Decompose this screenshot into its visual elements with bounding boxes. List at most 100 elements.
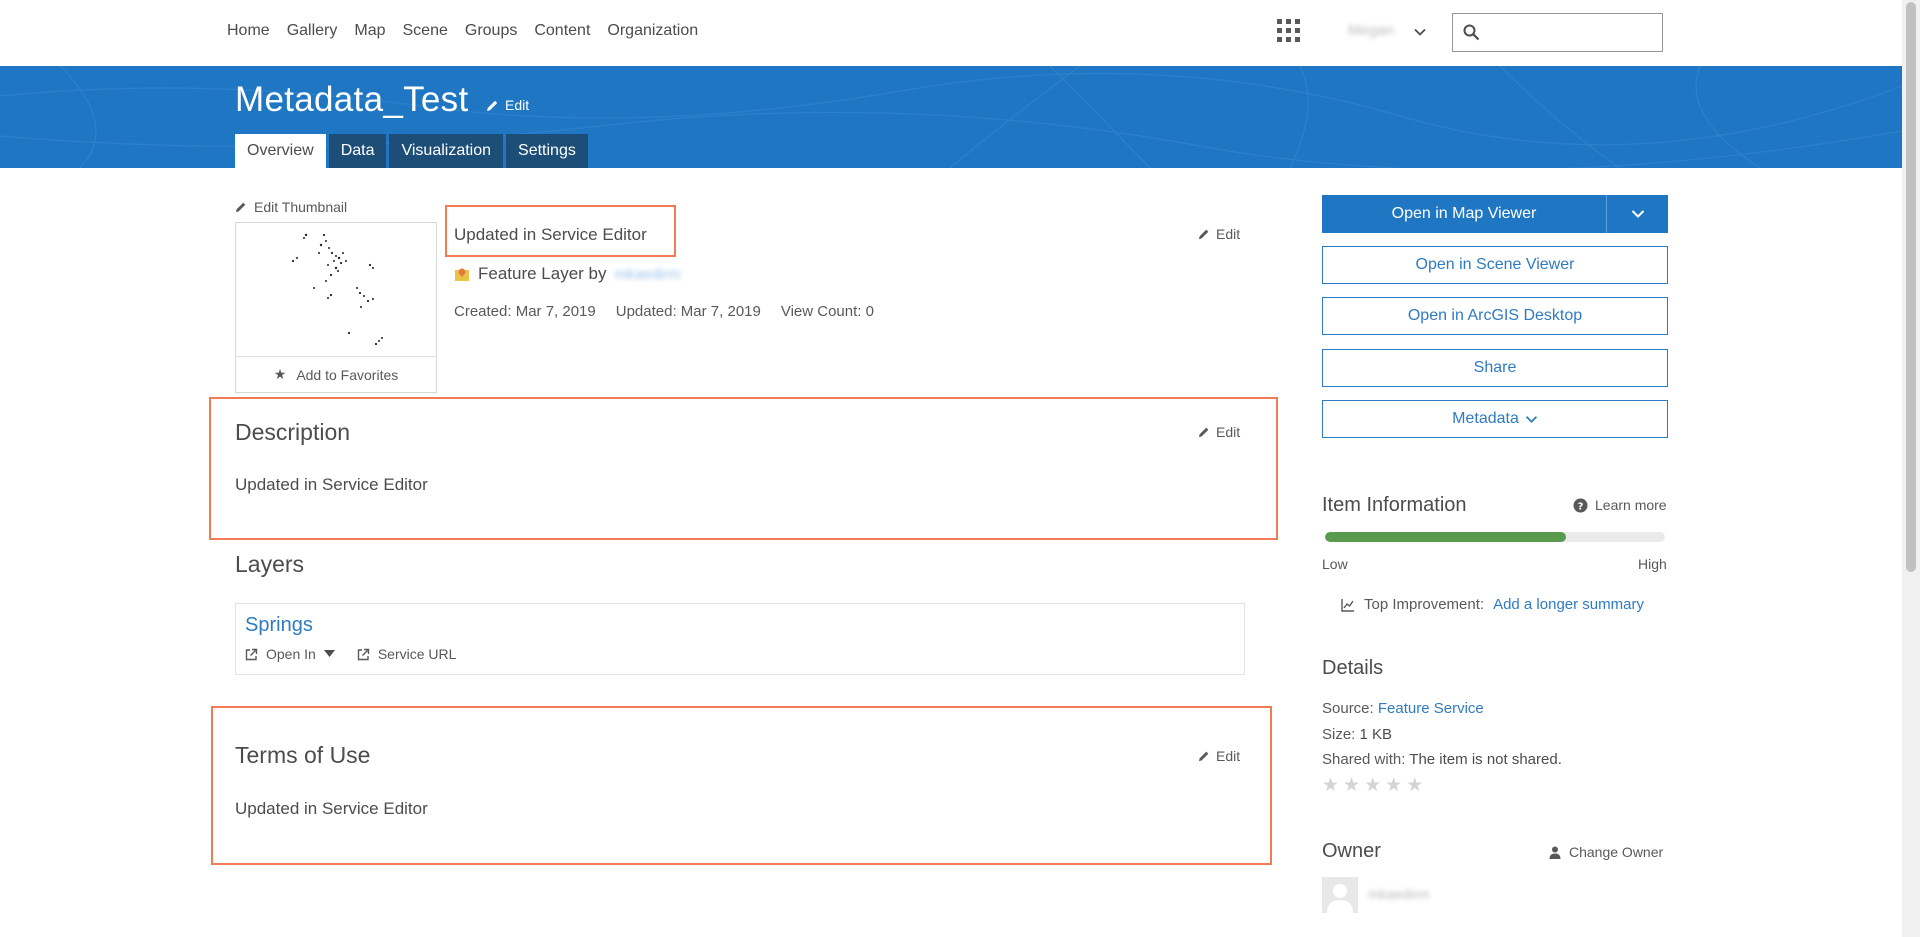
- add-to-favorites-label: Add to Favorites: [296, 366, 399, 383]
- add-to-favorites-button[interactable]: ★ Add to Favorites: [236, 356, 436, 392]
- top-improvement: Top Improvement: Add a longer summary: [1341, 596, 1644, 613]
- change-owner-label: Change Owner: [1569, 844, 1664, 860]
- item-title: Metadata_Test: [235, 80, 469, 119]
- layer-actions: Open In Service URL: [245, 646, 456, 662]
- shared-value: The item is not shared.: [1409, 751, 1562, 768]
- nav-content[interactable]: Content: [534, 22, 590, 40]
- open-in-arcgis-desktop-button[interactable]: Open in ArcGIS Desktop: [1322, 297, 1668, 335]
- title-edit-label: Edit: [505, 97, 530, 113]
- thumbnail-map-points: [291, 233, 383, 346]
- item-information-title: Item Information: [1322, 494, 1467, 516]
- details-source: Source: Feature Service: [1322, 700, 1484, 717]
- item-owner-link[interactable]: mkaedirm: [615, 266, 681, 283]
- share-button[interactable]: Share: [1322, 349, 1668, 387]
- view-count: View Count: 0: [780, 303, 874, 320]
- svg-text:?: ?: [1578, 501, 1584, 512]
- external-link-icon: [245, 648, 258, 660]
- star-icon[interactable]: ★: [1322, 774, 1339, 797]
- learn-more-link[interactable]: ? Learn more: [1573, 497, 1667, 513]
- top-improvement-label: Top Improvement:: [1364, 596, 1485, 613]
- page-scrollbar[interactable]: [1902, 0, 1920, 937]
- progress-fill: [1325, 532, 1567, 542]
- star-icon[interactable]: ★: [1343, 774, 1360, 797]
- nav-map[interactable]: Map: [354, 22, 385, 40]
- star-icon[interactable]: ★: [1406, 774, 1423, 797]
- user-name[interactable]: Megan: [1348, 22, 1394, 39]
- top-navigation: Home Gallery Map Scene Groups Content Or…: [0, 0, 1902, 66]
- help-icon: ?: [1573, 498, 1588, 512]
- caret-down-icon: [323, 650, 335, 657]
- chevron-down-icon[interactable]: [1412, 24, 1428, 40]
- progress-high-label: High: [1638, 556, 1667, 572]
- learn-more-label: Learn more: [1595, 497, 1667, 513]
- description-title: Description: [235, 419, 351, 445]
- layers-title: Layers: [235, 551, 305, 577]
- summary-edit-button[interactable]: Edit: [1198, 226, 1240, 242]
- owner-name[interactable]: mkaedirm: [1368, 886, 1429, 902]
- title-edit-button[interactable]: Edit: [486, 97, 529, 113]
- tab-settings[interactable]: Settings: [506, 134, 588, 168]
- pencil-icon: [1198, 229, 1209, 240]
- star-icon[interactable]: ★: [1385, 774, 1402, 797]
- metadata-label: Metadata: [1452, 410, 1519, 427]
- tab-data[interactable]: Data: [328, 134, 387, 168]
- app-launcher-icon[interactable]: [1277, 19, 1301, 43]
- open-in-dropdown[interactable]: Open In: [245, 646, 335, 662]
- open-in-map-viewer-button-group: Open in Map Viewer: [1322, 195, 1668, 233]
- search-box[interactable]: [1452, 13, 1663, 52]
- summary-edit-label: Edit: [1216, 226, 1241, 242]
- nav-gallery[interactable]: Gallery: [287, 22, 338, 40]
- pencil-icon: [235, 202, 246, 213]
- open-in-map-viewer-button[interactable]: Open in Map Viewer: [1322, 195, 1606, 233]
- tab-visualization[interactable]: Visualization: [389, 134, 504, 168]
- rating-stars[interactable]: ★ ★ ★ ★ ★: [1322, 774, 1423, 797]
- nav-scene[interactable]: Scene: [403, 22, 448, 40]
- external-link-icon: [357, 648, 370, 660]
- updated-date: Updated: Mar 7, 2019: [615, 303, 761, 320]
- pencil-icon: [487, 100, 498, 111]
- service-url-label: Service URL: [377, 646, 457, 662]
- scrollbar-thumb[interactable]: [1906, 2, 1916, 572]
- pencil-icon: [1198, 751, 1209, 762]
- star-icon[interactable]: ★: [1364, 774, 1381, 797]
- description-text: Updated in Service Editor: [235, 475, 428, 494]
- nav-groups[interactable]: Groups: [465, 22, 517, 40]
- open-in-scene-viewer-button[interactable]: Open in Scene Viewer: [1322, 246, 1668, 284]
- change-owner-button[interactable]: Change Owner: [1549, 844, 1663, 860]
- item-summary: Updated in Service Editor: [454, 225, 647, 244]
- feature-layer-icon: [455, 268, 469, 281]
- item-thumbnail: ★ Add to Favorites: [235, 222, 437, 393]
- progress-low-label: Low: [1322, 556, 1348, 572]
- open-in-label: Open In: [266, 646, 316, 662]
- chart-icon: [1341, 598, 1354, 612]
- terms-text: Updated in Service Editor: [235, 799, 428, 818]
- item-tabs: Overview Data Visualization Settings: [235, 134, 588, 168]
- metadata-button[interactable]: Metadata: [1322, 400, 1668, 438]
- terms-edit-button[interactable]: Edit: [1198, 748, 1240, 764]
- item-banner: Metadata_Test Edit Overview Data Visuali…: [0, 66, 1902, 168]
- nav-organization[interactable]: Organization: [607, 22, 698, 40]
- owner-title: Owner: [1322, 840, 1381, 862]
- item-information-progress-bar: [1325, 532, 1665, 542]
- item-meta: Created: Mar 7, 2019 Updated: Mar 7, 201…: [454, 303, 874, 320]
- chevron-down-icon: [1631, 210, 1644, 218]
- item-type-label: Feature Layer by: [478, 264, 607, 283]
- search-input[interactable]: [1487, 20, 1661, 46]
- layer-name-link[interactable]: Springs: [245, 614, 313, 637]
- edit-thumbnail-label: Edit Thumbnail: [254, 199, 348, 215]
- description-edit-label: Edit: [1216, 424, 1241, 440]
- star-icon: ★: [273, 366, 287, 382]
- tab-overview[interactable]: Overview: [235, 134, 326, 168]
- edit-thumbnail-button[interactable]: Edit Thumbnail: [235, 199, 347, 215]
- service-url-link[interactable]: Service URL: [357, 646, 457, 662]
- description-edit-button[interactable]: Edit: [1198, 424, 1240, 440]
- source-link[interactable]: Feature Service: [1378, 700, 1484, 717]
- user-icon: [1549, 846, 1561, 859]
- terms-highlight-box: [211, 706, 1272, 865]
- pencil-icon: [1198, 427, 1209, 438]
- shared-label: Shared with:: [1322, 751, 1406, 768]
- nav-home[interactable]: Home: [227, 22, 270, 40]
- top-improvement-link[interactable]: Add a longer summary: [1493, 596, 1644, 613]
- source-label: Source:: [1322, 700, 1374, 717]
- open-options-dropdown[interactable]: [1607, 195, 1668, 233]
